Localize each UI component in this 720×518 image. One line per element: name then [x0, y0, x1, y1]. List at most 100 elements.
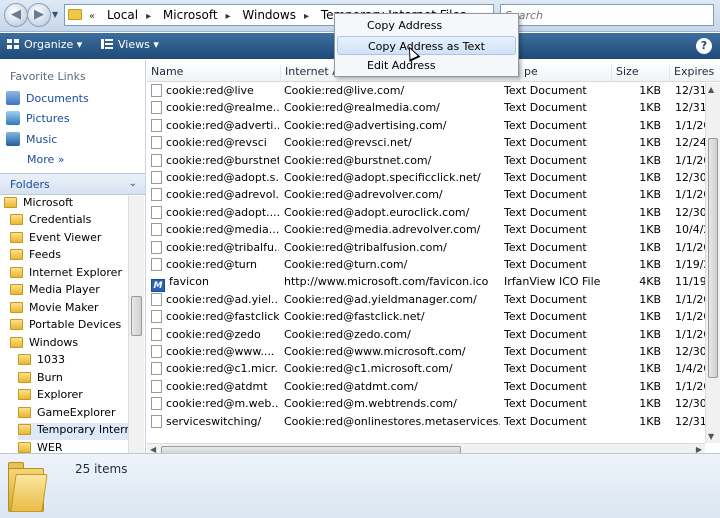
breadcrumb-overflow-icon[interactable]: «	[89, 11, 95, 22]
forward-arrow-icon: ▶	[34, 7, 44, 22]
size-cell: 1KB	[639, 118, 661, 132]
table-row[interactable]: cookie:red@fastclick Cookie:red@fastclick…	[147, 309, 705, 326]
column-header-expires[interactable]: Expires	[669, 65, 714, 81]
internet-address-cell: Cookie:red@zedo.com/	[284, 327, 411, 341]
double-chevron-right-icon: »	[57, 153, 65, 166]
table-row[interactable]: cookie:red@tribalfu... Cookie:red@tribalf…	[147, 240, 705, 257]
type-cell: Text Document	[504, 258, 587, 271]
table-row[interactable]: serviceswitching/Cookie:red@onlinestores…	[147, 414, 705, 431]
favorite-pictures[interactable]: Pictures	[6, 111, 138, 129]
menu-item-edit-address[interactable]: Edit Address	[337, 56, 516, 75]
recent-pages-dropdown-icon[interactable]: ▼	[52, 10, 58, 19]
text-document-icon	[151, 310, 162, 324]
tree-item-temporary-internet-files[interactable]: Temporary Interne	[18, 423, 128, 440]
table-row[interactable]: cookie:red@revsci Cookie:red@revsci.net/T…	[147, 135, 705, 152]
column-header-type[interactable]: pe	[519, 65, 538, 81]
tree-item-event-viewer[interactable]: Event Viewer	[10, 231, 101, 248]
folder-icon	[10, 232, 23, 243]
table-row[interactable]: cookie:red@turn Cookie:red@turn.com/Text …	[147, 257, 705, 274]
table-row[interactable]: cookie:red@atdmt Cookie:red@atdmt.com/Tex…	[147, 379, 705, 396]
file-name-cell: cookie:red@adrevol...	[151, 188, 279, 202]
table-row[interactable]: cookie:red@adopt.... Cookie:red@adopt.eur…	[147, 205, 705, 222]
file-list-vertical-scrollbar[interactable]: ▲ ▼	[705, 83, 720, 443]
internet-address-cell: Cookie:red@adopt.euroclick.com/	[284, 205, 470, 219]
tree-item-explorer[interactable]: Explorer	[18, 388, 83, 405]
table-row[interactable]: cookie:red@zedo Cookie:red@zedo.com/Text …	[147, 327, 705, 344]
search-input[interactable]	[505, 6, 685, 24]
help-icon[interactable]: ?	[696, 38, 712, 54]
file-name-cell: cookie:red@adopt....	[151, 205, 279, 219]
tree-item-gameexplorer[interactable]: GameExplorer	[18, 406, 116, 423]
text-document-icon	[151, 101, 162, 115]
table-row[interactable]: cookie:red@c1.micr... Cookie:red@c1.micro…	[147, 361, 705, 378]
chevron-right-icon[interactable]: ▸	[146, 11, 151, 22]
views-button[interactable]: Views ▾	[100, 38, 159, 51]
favorite-music[interactable]: Music	[6, 132, 138, 150]
table-row[interactable]: cookie:red@ad.yiel... Cookie:red@ad.yield…	[147, 292, 705, 309]
tree-item-windows[interactable]: Windows	[10, 336, 78, 353]
expires-cell: 10/4/2	[675, 223, 705, 237]
column-header-name[interactable]: Name	[147, 65, 183, 81]
chevron-right-icon[interactable]: ▸	[304, 11, 309, 22]
breadcrumb-microsoft[interactable]: Microsoft	[163, 8, 218, 22]
table-row[interactable]: cookie:red@burstnet Cookie:red@burstnet.c…	[147, 153, 705, 170]
file-name-cell: cookie:red@burstnet	[151, 153, 279, 167]
table-row[interactable]: Mfavicon http://www.microsoft.com/favicon…	[147, 274, 705, 293]
table-row[interactable]: cookie:red@www.... Cookie:red@www.microso…	[147, 344, 705, 361]
type-cell: Text Document	[504, 101, 587, 115]
views-label: Views	[118, 38, 150, 51]
folder-icon	[10, 302, 23, 313]
scroll-down-icon[interactable]: ▼	[708, 432, 714, 441]
text-document-icon	[151, 397, 162, 411]
folder-icon	[10, 267, 23, 278]
table-row[interactable]: cookie:red@live Cookie:red@live.com/Text …	[147, 83, 705, 100]
menu-item-copy-address[interactable]: Copy Address	[337, 16, 516, 35]
column-header-internet-address[interactable]: Internet A	[280, 65, 340, 81]
tree-item-movie-maker[interactable]: Movie Maker	[10, 301, 99, 318]
type-cell: Text Document	[504, 327, 587, 341]
navigation-pane: Favorite Links Documents Pictures Music …	[0, 60, 146, 453]
menu-item-copy-address-as-text[interactable]: Copy Address as Text	[337, 36, 516, 55]
chevron-right-icon[interactable]: ▸	[226, 11, 231, 22]
tree-item-wer[interactable]: WER	[18, 441, 62, 453]
details-pane: 25 items	[0, 453, 720, 518]
file-name-cell: cookie:red@atdmt	[151, 379, 279, 393]
more-favorites-link[interactable]: More »	[27, 153, 65, 166]
column-header-size[interactable]: Size	[611, 65, 639, 81]
tree-item-1033[interactable]: 1033	[18, 353, 65, 370]
file-name-cell: cookie:red@turn	[151, 258, 279, 271]
folder-tree-scrollbar[interactable]	[128, 196, 144, 453]
file-name-cell: Mfavicon	[151, 275, 279, 293]
forward-button[interactable]: ▶	[27, 3, 51, 27]
tree-item-credentials[interactable]: Credentials	[10, 213, 91, 230]
expires-cell: 1/1/20	[675, 153, 705, 167]
table-row[interactable]: cookie:red@media.... Cookie:red@media.adr…	[147, 222, 705, 239]
table-row[interactable]: cookie:red@m.web... Cookie:red@m.webtrend…	[147, 396, 705, 413]
scroll-up-icon[interactable]: ▲	[708, 85, 714, 94]
tree-item-media-player[interactable]: Media Player	[10, 283, 100, 300]
back-button[interactable]: ◀	[4, 3, 28, 27]
table-row[interactable]: cookie:red@adrevol... Cookie:red@adrevolv…	[147, 187, 705, 204]
table-row[interactable]: cookie:red@adverti... Cookie:red@advertis…	[147, 118, 705, 135]
tree-item-microsoft[interactable]: Microsoft	[4, 196, 73, 213]
organize-button[interactable]: Organize ▾	[6, 38, 82, 51]
expires-cell: 12/31/	[675, 84, 705, 97]
folder-icon	[10, 337, 23, 348]
breadcrumb-windows[interactable]: Windows	[242, 8, 296, 22]
favorite-documents[interactable]: Documents	[6, 91, 138, 109]
folders-header[interactable]: Folders ⌄	[0, 173, 145, 195]
breadcrumb-local[interactable]: Local	[107, 8, 138, 22]
table-row[interactable]: cookie:red@adopt.s... Cookie:red@adopt.sp…	[147, 170, 705, 187]
search-box[interactable]	[500, 4, 714, 26]
tree-item-burn[interactable]: Burn	[18, 371, 63, 388]
table-row[interactable]: cookie:red@realme... Cookie:red@realmedia…	[147, 100, 705, 117]
back-arrow-icon: ◀	[11, 7, 21, 22]
scrollbar-thumb[interactable]	[131, 296, 142, 336]
tree-item-feeds[interactable]: Feeds	[10, 248, 61, 265]
expires-cell: 12/31/	[675, 101, 705, 115]
folder-tree: Microsoft Credentials Event Viewer Feeds…	[0, 196, 128, 453]
tree-item-portable-devices[interactable]: Portable Devices	[10, 318, 121, 335]
tree-item-internet-explorer[interactable]: Internet Explorer	[10, 266, 122, 283]
folder-icon	[10, 249, 23, 260]
scrollbar-thumb[interactable]	[708, 138, 718, 378]
